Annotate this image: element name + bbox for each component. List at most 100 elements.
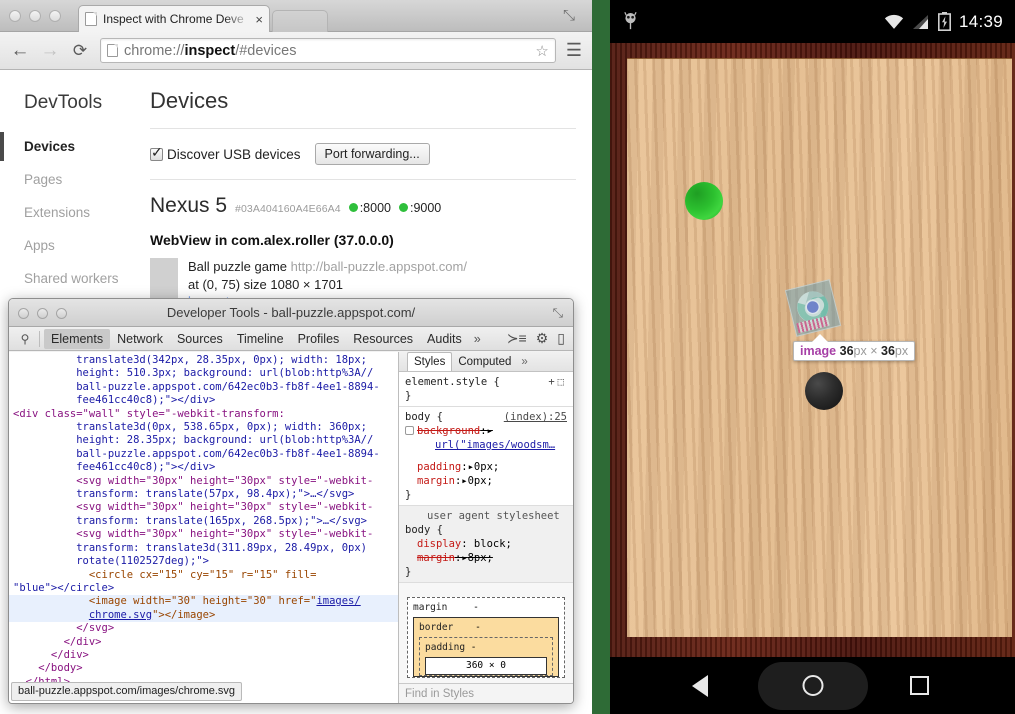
sidebar-item-devices[interactable]: Devices	[0, 130, 136, 163]
tab-strip: Inspect with Chrome Deve × ⤡	[0, 0, 592, 32]
tab-computed[interactable]: Computed	[452, 353, 517, 371]
url-path: /#devices	[235, 43, 296, 59]
black-ball[interactable]	[805, 372, 843, 410]
decl-padding-value[interactable]: 0px;	[474, 461, 499, 473]
port-status-dot-icon	[349, 203, 358, 212]
dom-line: <svg width="30px" height="30px" style="-…	[9, 501, 398, 514]
zoom-window-button[interactable]	[49, 10, 61, 22]
browser-tab[interactable]: Inspect with Chrome Deve ×	[78, 5, 270, 32]
tabs-overflow-icon[interactable]: »	[469, 329, 486, 349]
game-board[interactable]: image 36px × 36px	[627, 58, 1012, 637]
port-forwarding-button[interactable]: Port forwarding...	[315, 143, 430, 165]
hamburger-menu-icon[interactable]: ☰	[566, 40, 582, 61]
inspected-element-highlight[interactable]	[785, 279, 841, 337]
recents-button[interactable]	[910, 676, 929, 695]
address-bar[interactable]: chrome://inspect/#devices ☆	[100, 38, 556, 63]
dom-wall-l2: translate3d(0px, 538.65px, 0px); width: …	[13, 421, 367, 433]
decl-background-value[interactable]: url("images/woodsm…	[435, 439, 555, 451]
box-model-diagram[interactable]: margin - border - padding - 360 × 0	[407, 597, 565, 678]
tab-elements[interactable]: Elements	[44, 329, 110, 349]
tooltip-width: 36	[840, 344, 854, 358]
page-info-icon[interactable]	[107, 44, 118, 57]
back-icon[interactable]: ←	[10, 41, 30, 60]
decl-margin-value[interactable]: 0px;	[468, 475, 493, 487]
tab-audits[interactable]: Audits	[420, 329, 469, 349]
devtools-body: translate3d(342px, 28.35px, 0px); width:…	[9, 352, 573, 703]
devtools-fullscreen-icon[interactable]: ⤡	[553, 305, 563, 321]
close-tab-icon[interactable]: ×	[255, 13, 263, 26]
dom-line: <circle cx="15" cy="15" r="15" fill=	[9, 569, 398, 582]
elements-dom-tree[interactable]: translate3d(342px, 28.35px, 0px); width:…	[9, 352, 399, 703]
ball-puzzle-game-view[interactable]: image 36px × 36px	[610, 43, 1015, 657]
decl-background[interactable]: background:▸	[405, 424, 567, 438]
bookmark-star-icon[interactable]: ☆	[535, 42, 548, 60]
add-style-icon[interactable]: +	[548, 376, 557, 388]
dom-svg3-c: rotate(1102527deg);">	[13, 555, 209, 567]
ua-decl-display: display: block;	[405, 537, 567, 551]
tab-profiles[interactable]: Profiles	[291, 329, 347, 349]
dom-line: <svg width="30px" height="30px" style="-…	[9, 528, 398, 541]
dom-selected-node-cont[interactable]: chrome.svg"></image>	[9, 609, 398, 622]
dom-selected-node[interactable]: <image width="30" height="30" href="imag…	[9, 595, 398, 608]
dom-image-link-2[interactable]: chrome.svg	[89, 609, 152, 621]
green-ball[interactable]	[685, 182, 723, 220]
sidebar-item-pages[interactable]: Pages	[0, 163, 136, 196]
target-url: http://ball-puzzle.appspot.com/	[291, 259, 467, 274]
target-line-1: Ball puzzle game http://ball-puzzle.apps…	[188, 258, 467, 276]
find-in-styles-input[interactable]: Find in Styles	[399, 683, 573, 703]
box-margin-value: -	[473, 602, 479, 613]
discover-usb-devices-row[interactable]: Discover USB devices	[150, 147, 301, 162]
element-picker-icon[interactable]: ⬚	[558, 376, 567, 388]
minimize-window-button[interactable]	[29, 10, 41, 22]
devtools-window-title: Developer Tools - ball-puzzle.appspot.co…	[9, 305, 573, 320]
discover-usb-checkbox[interactable]	[150, 148, 163, 161]
ua-decl-margin-value: 8px;	[468, 552, 493, 564]
close-window-button[interactable]	[9, 10, 21, 22]
tab-styles[interactable]: Styles	[407, 352, 452, 371]
back-button[interactable]	[692, 675, 708, 697]
device-mode-icon[interactable]: ▯	[557, 330, 565, 347]
dom-text-4: fee461cc40c8);"></div>	[13, 394, 215, 406]
dom-svg3-b: transform: translate3d(311.89px, 28.49px…	[13, 542, 367, 554]
screenshot-root: Inspect with Chrome Deve × ⤡ ← → ⟳ chrom…	[0, 0, 1015, 714]
devtools-close-button[interactable]	[18, 308, 29, 319]
tooltip-height-unit: px	[895, 344, 908, 358]
sidebar-item-extensions[interactable]: Extensions	[0, 196, 136, 229]
tab-sources[interactable]: Sources	[170, 329, 230, 349]
tab-resources[interactable]: Resources	[346, 329, 420, 349]
dom-image-link[interactable]: images/	[316, 595, 360, 607]
reload-icon[interactable]: ⟳	[70, 42, 90, 59]
search-icon[interactable]: ⚲	[15, 332, 35, 346]
tab-network[interactable]: Network	[110, 329, 170, 349]
target-position: at (0, 75)	[188, 277, 240, 292]
style-source-link[interactable]: (index):25	[504, 410, 567, 424]
address-bar-text: chrome://inspect/#devices	[124, 43, 296, 59]
dom-line: fee461cc40c8);"></div>	[9, 394, 398, 407]
device-name: Nexus 5	[150, 194, 227, 218]
dom-wall-l5: fee461cc40c8);"></div>	[13, 461, 215, 473]
home-button[interactable]	[802, 675, 823, 696]
devtools-minimize-button[interactable]	[37, 308, 48, 319]
devtools-zoom-button[interactable]	[56, 308, 67, 319]
dom-svg2-a: <svg width="30px" height="30px" style="-…	[13, 501, 373, 513]
dom-image-sel-2: "></image>	[152, 609, 215, 621]
divider	[150, 128, 576, 129]
decl-margin[interactable]: margin:▸0px;	[405, 474, 567, 488]
element-inspect-tooltip: image 36px × 36px	[793, 341, 915, 361]
fullscreen-icon[interactable]: ⤡	[563, 8, 578, 23]
status-bar-clock: 14:39	[959, 12, 1003, 32]
console-drawer-icon[interactable]: ≻≡	[507, 330, 527, 347]
android-status-bar: 14:39	[610, 0, 1015, 43]
tab-timeline[interactable]: Timeline	[230, 329, 291, 349]
sidebar-item-shared-workers[interactable]: Shared workers	[0, 262, 136, 295]
sidebar-item-apps[interactable]: Apps	[0, 229, 136, 262]
new-tab-button[interactable]	[272, 10, 328, 32]
forward-icon: →	[40, 41, 60, 60]
rule-body-index[interactable]: (index):25 body { background:▸ url("imag…	[399, 407, 573, 506]
devtools-title-bar[interactable]: Developer Tools - ball-puzzle.appspot.co…	[9, 299, 573, 327]
rule-element-style[interactable]: +⬚ element.style { }	[399, 372, 573, 407]
styles-overflow-icon[interactable]: »	[517, 355, 527, 369]
decl-toggle-checkbox[interactable]	[405, 426, 414, 435]
decl-padding[interactable]: padding:▸0px;	[405, 460, 567, 474]
gear-icon[interactable]: ⚙	[536, 330, 549, 347]
